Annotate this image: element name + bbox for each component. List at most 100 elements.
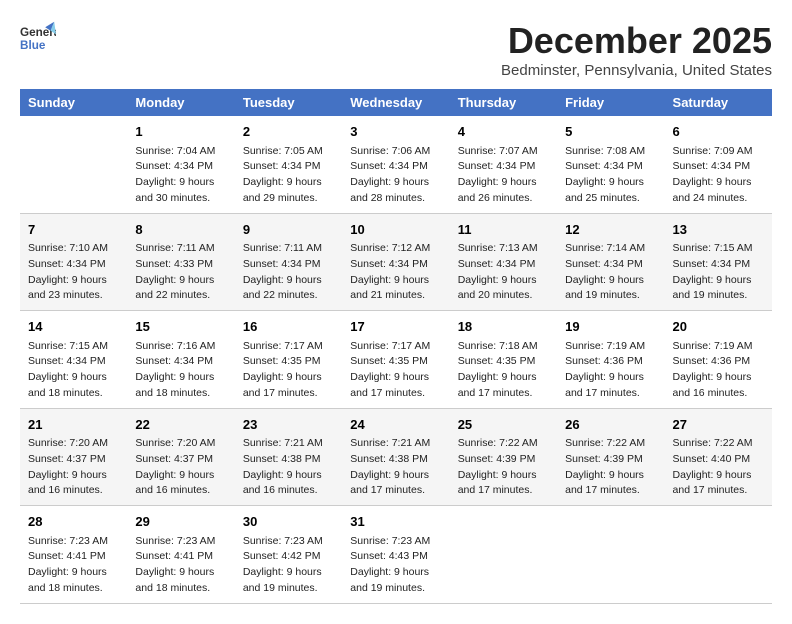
cell-info-line: and 17 minutes. [458, 386, 549, 402]
page-header: General Blue December 2025 Bedminster, P… [20, 20, 772, 79]
cell-info-line: Daylight: 9 hours [673, 273, 764, 289]
title-area: December 2025 Bedminster, Pennsylvania, … [501, 20, 772, 79]
cell-info-line: Daylight: 9 hours [350, 370, 441, 386]
cell-info-line: Sunset: 4:33 PM [135, 257, 226, 273]
day-number: 2 [243, 122, 334, 142]
calendar-cell: 23Sunrise: 7:21 AMSunset: 4:38 PMDayligh… [235, 408, 342, 506]
cell-info-line: Sunrise: 7:16 AM [135, 339, 226, 355]
cell-info-line: Sunset: 4:35 PM [243, 354, 334, 370]
cell-info-line: Daylight: 9 hours [243, 175, 334, 191]
calendar-cell [557, 506, 664, 604]
cell-info-line: Sunset: 4:34 PM [135, 354, 226, 370]
cell-info-line: Sunset: 4:35 PM [350, 354, 441, 370]
calendar-cell: 3Sunrise: 7:06 AMSunset: 4:34 PMDaylight… [342, 116, 449, 213]
calendar-week-row: 28Sunrise: 7:23 AMSunset: 4:41 PMDayligh… [20, 506, 772, 604]
cell-info-line: and 17 minutes. [350, 386, 441, 402]
cell-info-line: Sunrise: 7:17 AM [350, 339, 441, 355]
calendar-cell: 25Sunrise: 7:22 AMSunset: 4:39 PMDayligh… [450, 408, 557, 506]
calendar-week-row: 7Sunrise: 7:10 AMSunset: 4:34 PMDaylight… [20, 213, 772, 311]
cell-info-line: Daylight: 9 hours [135, 468, 226, 484]
cell-info-line: and 25 minutes. [565, 191, 656, 207]
day-number: 5 [565, 122, 656, 142]
cell-info-line: Daylight: 9 hours [458, 370, 549, 386]
cell-info-line: and 17 minutes. [565, 483, 656, 499]
cell-info-line: and 16 minutes. [673, 386, 764, 402]
day-number: 8 [135, 220, 226, 240]
day-header-saturday: Saturday [665, 89, 772, 116]
day-number: 26 [565, 415, 656, 435]
cell-info-line: Sunset: 4:34 PM [135, 159, 226, 175]
cell-info-line: Sunset: 4:37 PM [135, 452, 226, 468]
day-number: 6 [673, 122, 764, 142]
calendar-cell: 18Sunrise: 7:18 AMSunset: 4:35 PMDayligh… [450, 311, 557, 409]
cell-info-line: Sunrise: 7:14 AM [565, 241, 656, 257]
cell-info-line: and 30 minutes. [135, 191, 226, 207]
calendar-cell: 30Sunrise: 7:23 AMSunset: 4:42 PMDayligh… [235, 506, 342, 604]
calendar-cell: 17Sunrise: 7:17 AMSunset: 4:35 PMDayligh… [342, 311, 449, 409]
cell-info-line: Daylight: 9 hours [458, 468, 549, 484]
cell-info-line: and 26 minutes. [458, 191, 549, 207]
calendar-week-row: 14Sunrise: 7:15 AMSunset: 4:34 PMDayligh… [20, 311, 772, 409]
cell-info-line: and 19 minutes. [243, 581, 334, 597]
cell-info-line: Sunset: 4:34 PM [243, 159, 334, 175]
calendar-cell: 21Sunrise: 7:20 AMSunset: 4:37 PMDayligh… [20, 408, 127, 506]
logo-icon: General Blue [20, 20, 56, 56]
calendar-cell: 5Sunrise: 7:08 AMSunset: 4:34 PMDaylight… [557, 116, 664, 213]
calendar-cell: 7Sunrise: 7:10 AMSunset: 4:34 PMDaylight… [20, 213, 127, 311]
cell-info-line: Daylight: 9 hours [243, 468, 334, 484]
cell-info-line: Daylight: 9 hours [673, 468, 764, 484]
calendar-cell: 2Sunrise: 7:05 AMSunset: 4:34 PMDaylight… [235, 116, 342, 213]
cell-info-line: and 22 minutes. [243, 288, 334, 304]
cell-info-line: and 18 minutes. [28, 386, 119, 402]
calendar-cell: 19Sunrise: 7:19 AMSunset: 4:36 PMDayligh… [557, 311, 664, 409]
day-number: 21 [28, 415, 119, 435]
cell-info-line: Daylight: 9 hours [135, 273, 226, 289]
cell-info-line: Sunrise: 7:23 AM [28, 534, 119, 550]
cell-info-line: Daylight: 9 hours [28, 565, 119, 581]
cell-info-line: Sunrise: 7:04 AM [135, 144, 226, 160]
cell-info-line: Sunrise: 7:23 AM [243, 534, 334, 550]
calendar-cell [20, 116, 127, 213]
cell-info-line: Sunset: 4:39 PM [565, 452, 656, 468]
cell-info-line: Sunrise: 7:20 AM [28, 436, 119, 452]
cell-info-line: and 17 minutes. [350, 483, 441, 499]
cell-info-line: Daylight: 9 hours [135, 565, 226, 581]
cell-info-line: Sunset: 4:36 PM [673, 354, 764, 370]
logo: General Blue [20, 20, 56, 56]
calendar-week-row: 21Sunrise: 7:20 AMSunset: 4:37 PMDayligh… [20, 408, 772, 506]
cell-info-line: Sunrise: 7:22 AM [673, 436, 764, 452]
cell-info-line: Sunrise: 7:07 AM [458, 144, 549, 160]
cell-info-line: Daylight: 9 hours [135, 175, 226, 191]
calendar-cell: 22Sunrise: 7:20 AMSunset: 4:37 PMDayligh… [127, 408, 234, 506]
location-title: Bedminster, Pennsylvania, United States [501, 62, 772, 79]
cell-info-line: and 16 minutes. [135, 483, 226, 499]
day-number: 25 [458, 415, 549, 435]
cell-info-line: Sunset: 4:37 PM [28, 452, 119, 468]
calendar-cell [450, 506, 557, 604]
day-number: 28 [28, 512, 119, 532]
cell-info-line: Daylight: 9 hours [350, 273, 441, 289]
cell-info-line: Sunrise: 7:11 AM [135, 241, 226, 257]
cell-info-line: and 19 minutes. [673, 288, 764, 304]
cell-info-line: Daylight: 9 hours [350, 175, 441, 191]
cell-info-line: Sunrise: 7:10 AM [28, 241, 119, 257]
cell-info-line: and 19 minutes. [350, 581, 441, 597]
cell-info-line: Sunset: 4:34 PM [565, 257, 656, 273]
day-number: 13 [673, 220, 764, 240]
day-number: 14 [28, 317, 119, 337]
day-number: 18 [458, 317, 549, 337]
day-number: 20 [673, 317, 764, 337]
cell-info-line: and 18 minutes. [135, 386, 226, 402]
cell-info-line: Sunset: 4:34 PM [28, 354, 119, 370]
cell-info-line: and 24 minutes. [673, 191, 764, 207]
calendar-cell: 28Sunrise: 7:23 AMSunset: 4:41 PMDayligh… [20, 506, 127, 604]
calendar-cell: 27Sunrise: 7:22 AMSunset: 4:40 PMDayligh… [665, 408, 772, 506]
day-number: 31 [350, 512, 441, 532]
day-header-friday: Friday [557, 89, 664, 116]
cell-info-line: Sunrise: 7:15 AM [28, 339, 119, 355]
cell-info-line: Daylight: 9 hours [673, 175, 764, 191]
cell-info-line: Sunrise: 7:17 AM [243, 339, 334, 355]
cell-info-line: Sunrise: 7:15 AM [673, 241, 764, 257]
cell-info-line: Daylight: 9 hours [28, 468, 119, 484]
cell-info-line: Sunset: 4:34 PM [28, 257, 119, 273]
